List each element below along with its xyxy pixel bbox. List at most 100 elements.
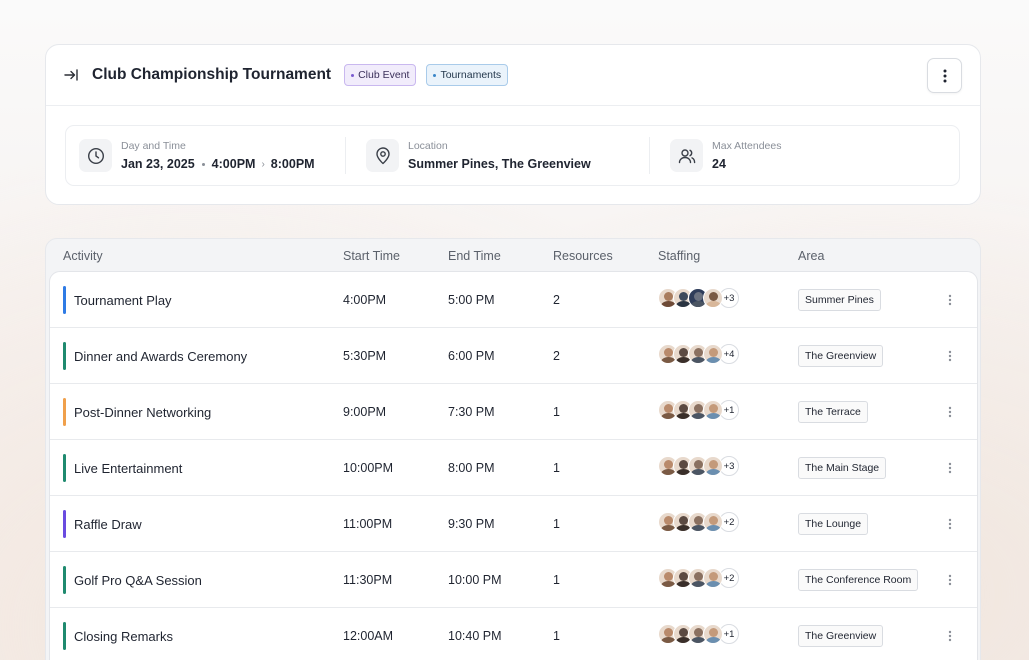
event-start-time: 4:00PM	[211, 157, 256, 171]
resources-count: 1	[553, 573, 560, 587]
staffing-avatars[interactable]: +4	[658, 344, 739, 364]
more-vertical-icon	[948, 406, 952, 418]
table-row[interactable]: Raffle Draw 11:00PM 9:30 PM 1 +2 The Lounge	[50, 496, 977, 552]
header-resources[interactable]: Resources	[553, 249, 613, 263]
staff-avatar[interactable]	[703, 344, 723, 364]
start-time: 5:30PM	[343, 349, 387, 363]
end-time: 10:00 PM	[448, 573, 502, 587]
activity-color-bar	[63, 398, 66, 426]
event-header: Club Championship Tournament Club Event …	[46, 45, 980, 106]
start-time: 10:00PM	[343, 461, 394, 475]
staffing-avatars[interactable]: +1	[658, 624, 739, 644]
activity-color-bar	[63, 342, 66, 370]
area-badge[interactable]: The Greenview	[798, 625, 884, 647]
staffing-avatars[interactable]: +1	[658, 400, 739, 420]
more-vertical-icon	[948, 350, 952, 362]
map-pin-icon	[366, 139, 399, 172]
header-end-time[interactable]: End Time	[448, 249, 501, 263]
info-label: Day and Time	[121, 140, 186, 152]
info-label: Location	[408, 140, 448, 152]
activity-color-bar	[63, 566, 66, 594]
event-card: Club Championship Tournament Club Event …	[45, 44, 981, 205]
more-vertical-icon	[948, 462, 952, 474]
row-more-button[interactable]	[943, 627, 957, 645]
more-vertical-icon	[943, 69, 946, 82]
table-row[interactable]: Live Entertainment 10:00PM 8:00 PM 1 +3 The M…	[50, 440, 977, 496]
activities-table: Activity Start Time End Time Resources S…	[45, 238, 981, 660]
staff-avatar[interactable]	[703, 568, 723, 588]
resources-count: 2	[553, 349, 560, 363]
header-start-time[interactable]: Start Time	[343, 249, 400, 263]
activity-color-bar	[63, 286, 66, 314]
staff-avatar[interactable]	[703, 456, 723, 476]
area-badge[interactable]: The Conference Room	[798, 569, 919, 591]
users-icon	[670, 139, 703, 172]
row-more-button[interactable]	[943, 403, 957, 421]
header-activity[interactable]: Activity	[63, 249, 103, 263]
end-time: 7:30 PM	[448, 405, 495, 419]
resources-count: 2	[553, 293, 560, 307]
table-row[interactable]: Golf Pro Q&A Session 11:30PM 10:00 PM 1 +2 Th…	[50, 552, 977, 608]
staffing-avatars[interactable]: +2	[658, 568, 739, 588]
location-value: Summer Pines, The Greenview	[408, 157, 591, 171]
start-time: 11:00PM	[343, 517, 393, 531]
activity-color-bar	[63, 454, 66, 482]
row-more-button[interactable]	[943, 347, 957, 365]
chevron-right-icon: ›	[261, 158, 265, 170]
more-vertical-icon	[948, 574, 952, 586]
resources-count: 1	[553, 461, 560, 475]
activity-color-bar	[63, 510, 66, 538]
tag-tournaments[interactable]: Tournaments	[426, 64, 509, 86]
clock-icon	[79, 139, 112, 172]
tag-label: Tournaments	[440, 69, 502, 81]
event-title: Club Championship Tournament	[92, 66, 332, 83]
area-badge[interactable]: The Greenview	[798, 345, 884, 367]
event-end-time: 8:00PM	[270, 157, 315, 171]
table-row[interactable]: Post-Dinner Networking 9:00PM 7:30 PM 1 +1 Th…	[50, 384, 977, 440]
info-value: Jan 23, 2025 4:00PM › 8:00PM	[121, 157, 315, 171]
start-time: 4:00PM	[343, 293, 387, 307]
row-more-button[interactable]	[943, 515, 957, 533]
event-date: Jan 23, 2025	[121, 157, 195, 171]
table-row[interactable]: Tournament Play 4:00PM 5:00 PM 2 +3 Summer Pi…	[50, 272, 977, 328]
collapse-panel-icon[interactable]	[64, 67, 80, 83]
activity-name: Dinner and Awards Ceremony	[74, 349, 248, 364]
event-info-box: Day and Time Jan 23, 2025 4:00PM › 8:00P…	[65, 125, 960, 186]
more-vertical-icon	[948, 518, 952, 530]
header-staffing[interactable]: Staffing	[658, 249, 700, 263]
info-location: Location Summer Pines, The Greenview	[346, 137, 650, 174]
staffing-avatars[interactable]: +3	[658, 288, 739, 308]
table-row[interactable]: Dinner and Awards Ceremony 5:30PM 6:00 PM 2…	[50, 328, 977, 384]
staff-avatar[interactable]	[703, 288, 723, 308]
activity-name: Closing Remarks	[74, 629, 173, 644]
resources-count: 1	[553, 405, 560, 419]
row-more-button[interactable]	[943, 571, 957, 589]
event-more-button[interactable]	[927, 58, 962, 93]
row-more-button[interactable]	[943, 291, 957, 309]
area-badge[interactable]: The Main Stage	[798, 457, 887, 479]
table-row[interactable]: Closing Remarks 12:00AM 10:40 PM 1 +1 The Gre…	[50, 608, 977, 660]
header-area[interactable]: Area	[798, 249, 824, 263]
end-time: 9:30 PM	[448, 517, 495, 531]
staffing-avatars[interactable]: +3	[658, 456, 739, 476]
more-vertical-icon	[948, 294, 952, 306]
staff-avatar[interactable]	[703, 624, 723, 644]
resources-count: 1	[553, 629, 560, 643]
row-more-button[interactable]	[943, 459, 957, 477]
info-label: Max Attendees	[712, 140, 782, 152]
staff-avatar[interactable]	[703, 512, 723, 532]
resources-count: 1	[553, 517, 560, 531]
area-badge[interactable]: The Lounge	[798, 513, 869, 535]
staffing-avatars[interactable]: +2	[658, 512, 739, 532]
activity-name: Tournament Play	[74, 293, 172, 308]
staff-avatar[interactable]	[703, 400, 723, 420]
start-time: 11:30PM	[343, 573, 393, 587]
tag-dot-icon	[433, 73, 437, 77]
area-badge[interactable]: Summer Pines	[798, 289, 881, 311]
end-time: 10:40 PM	[448, 629, 502, 643]
activity-name: Post-Dinner Networking	[74, 405, 212, 420]
info-attendees: Max Attendees 24	[650, 126, 959, 185]
tag-club-event[interactable]: Club Event	[344, 64, 417, 86]
area-badge[interactable]: The Terrace	[798, 401, 868, 423]
separator-dot-icon	[201, 162, 205, 166]
